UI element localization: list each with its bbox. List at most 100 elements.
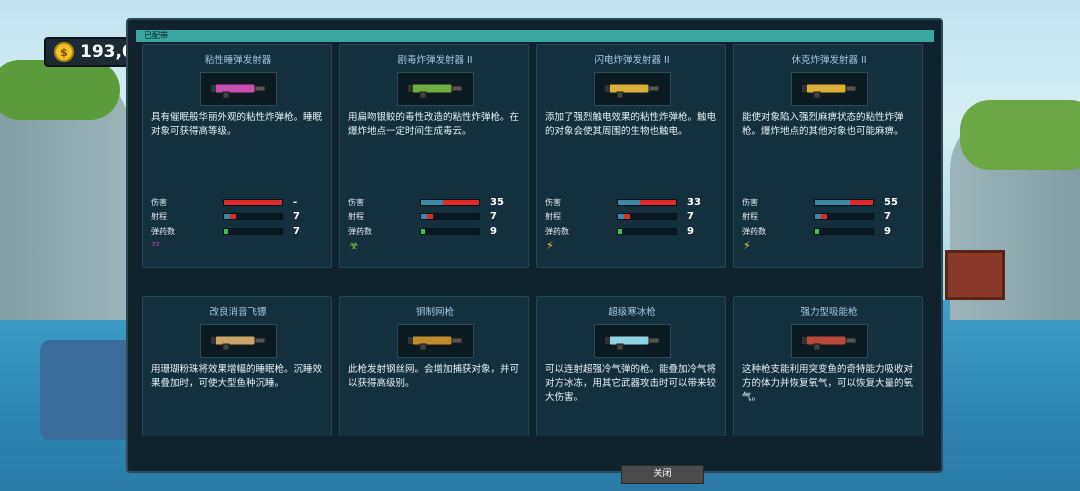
stat-ammo: 弹药数 7 [151,224,327,239]
stat-bar [814,198,874,206]
weapon-card[interactable]: 强力型吸能枪这种枪支能利用突变鱼的奇特能力吸收对方的体力并恢复氧气，可以恢复大量… [733,296,923,436]
weapon-image [791,324,868,358]
stat-value: 7 [490,211,497,223]
stat-bar [617,227,677,235]
stat-value: 9 [884,225,891,237]
weapon-icon [210,83,265,99]
weapon-description: 这种枪支能利用突变鱼的奇特能力吸收对方的体力并恢复氧气，可以恢复大量的氧气。 [742,364,914,403]
weapon-name: 超级寒冰枪 [608,307,656,318]
equipment-panel: 已配带 粘性睡弹发射器 具有催眠般华丽外观的粘性炸弹枪。睡眠对象可获得高等级。 伤害… [126,18,943,484]
stat-range: 射程 7 [742,210,918,225]
stat-bar [617,198,677,206]
stat-label: 伤害 [742,197,758,207]
stat-range: 射程 7 [151,210,327,225]
weapon-icon [407,83,462,99]
weapon-stats: 伤害- [151,434,327,437]
weapon-image [594,72,671,106]
stat-damage: 伤害 35 [348,195,524,210]
stat-range: 射程 7 [545,210,721,225]
stat-bar [814,213,874,221]
stat-label: 射程 [742,212,758,222]
weapon-name: 休克炸弹发射器 II [791,55,867,66]
weapon-name: 剧毒炸弹发射器 II [397,55,473,66]
stat-value: 55 [884,196,898,208]
biohazard-icon: ☣ [349,239,359,252]
stat-value: 35 [490,196,504,208]
weapon-name: 粘性睡弹发射器 [204,55,272,66]
weapon-card[interactable]: 剧毒炸弹发射器 II 用扁吻银鲛的毒性改造的粘性炸弹枪。在爆炸地点一定时间生成毒云… [339,44,529,268]
weapon-image [200,72,277,106]
left-cliff [0,60,130,320]
weapon-name: 铜制网枪 [415,307,454,318]
weapon-image [200,324,277,358]
stat-ammo: 弹药数 9 [348,224,524,239]
stat-bar [223,227,283,235]
stat-value: 9 [687,225,694,237]
stat-bar [617,213,677,221]
weapon-card[interactable]: 超级寒冰枪可以连射超强冷气弹的枪。能叠加冷气将对方冰冻，用其它武器攻击时可以带来… [536,296,726,436]
stat-value: 7 [884,211,891,223]
weapon-image [594,324,671,358]
weapon-card[interactable]: 粘性睡弹发射器 具有催眠般华丽外观的粘性炸弹枪。睡眠对象可获得高等级。 伤害 - 射程 7… [142,44,332,268]
weapon-stats: 伤害- [348,434,524,437]
weapon-stats: 伤害 35 射程 7 弹药数 9 [348,195,524,239]
stat-label: 弹药数 [545,226,569,236]
weapon-card[interactable]: 铜制网枪此枪发射钢丝网。会增加捕获对象，并可以获得高级别。伤害- [339,296,529,436]
weapon-icon [604,335,659,351]
stat-label: 伤害 [151,197,167,207]
stat-damage: 伤害 - [151,195,327,210]
weapon-card[interactable]: 休克炸弹发射器 II 能使对象陷入强烈麻痹状态的粘性炸弹枪。爆炸地点的其他对象也可… [733,44,923,268]
weapon-card[interactable]: 改良消音飞镖用珊瑚粉珠将效果增幅的睡眠枪。沉睡效果叠加时，可使大型鱼种沉睡。伤害… [142,296,332,436]
weapon-stats: 伤害- [545,434,721,437]
stat-value: 7 [293,211,300,223]
weapon-description: 用珊瑚粉珠将效果增幅的睡眠枪。沉睡效果叠加时，可使大型鱼种沉睡。 [151,364,323,389]
weapon-image [397,324,474,358]
weapon-description: 用扁吻银鲛的毒性改造的粘性炸弹枪。在爆炸地点一定时间生成毒云。 [348,112,520,137]
weapon-description: 可以连射超强冷气弹的枪。能叠加冷气将对方冰冻，用其它武器攻击时可以带来较大伤害。 [545,364,717,403]
stat-label: 射程 [348,212,364,222]
weapon-description: 能使对象陷入强烈麻痹状态的粘性炸弹枪。爆炸地点的其他对象也可能麻痹。 [742,112,904,137]
stat-label: 伤害 [545,197,561,207]
weapon-name: 改良消音飞镖 [209,307,267,318]
stat-label: 弹药数 [742,226,766,236]
stat-ammo: 弹药数 9 [742,224,918,239]
weapon-icon [604,83,659,99]
stat-value: 33 [687,196,701,208]
stat-label: 弹药数 [348,226,372,236]
weapon-icon [801,335,856,351]
weapon-card[interactable]: 闪电炸弹发射器 II 添加了强烈触电效果的粘性炸弹枪。触电的对象会使其周围的生物也… [536,44,726,268]
stat-bar [223,213,283,221]
stat-damage: 伤害- [151,434,327,437]
weapon-image [791,72,868,106]
weapon-stats: 伤害 - 射程 7 弹药数 7 [151,195,327,239]
close-button[interactable]: 关闭 [621,465,704,484]
stat-damage: 伤害14 [742,434,918,437]
weapon-image [397,72,474,106]
weapon-name: 强力型吸能枪 [800,307,858,318]
stat-label: 弹药数 [151,226,175,236]
weapon-description: 此枪发射钢丝网。会增加捕获对象，并可以获得高级别。 [348,364,520,389]
weapon-grid[interactable]: 粘性睡弹发射器 具有催眠般华丽外观的粘性炸弹枪。睡眠对象可获得高等级。 伤害 - 射程 7… [142,44,932,436]
stat-label: 射程 [151,212,167,222]
coin-icon: $ [54,42,74,62]
stat-value: 9 [490,225,497,237]
stat-range: 射程 7 [348,210,524,225]
stat-damage: 伤害 33 [545,195,721,210]
stat-value: 7 [687,211,694,223]
weapon-icon [801,83,856,99]
lightning-icon: ⚡ [546,239,554,252]
weapon-icon [407,335,462,351]
stat-damage: 伤害- [348,434,524,437]
stat-damage: 伤害 55 [742,195,918,210]
sleep-icon: ᶻᶻ [152,239,161,252]
weapon-icon [210,335,265,351]
weapon-stats: 伤害14 [742,434,918,437]
stat-value: - [293,196,298,208]
lightning-icon: ⚡ [743,239,751,252]
hut [945,250,1005,300]
stat-bar [420,227,480,235]
stat-value: 7 [293,225,300,237]
stat-bar [420,198,480,206]
currency-display: $ 193,0 [44,37,136,67]
stat-bar [814,227,874,235]
